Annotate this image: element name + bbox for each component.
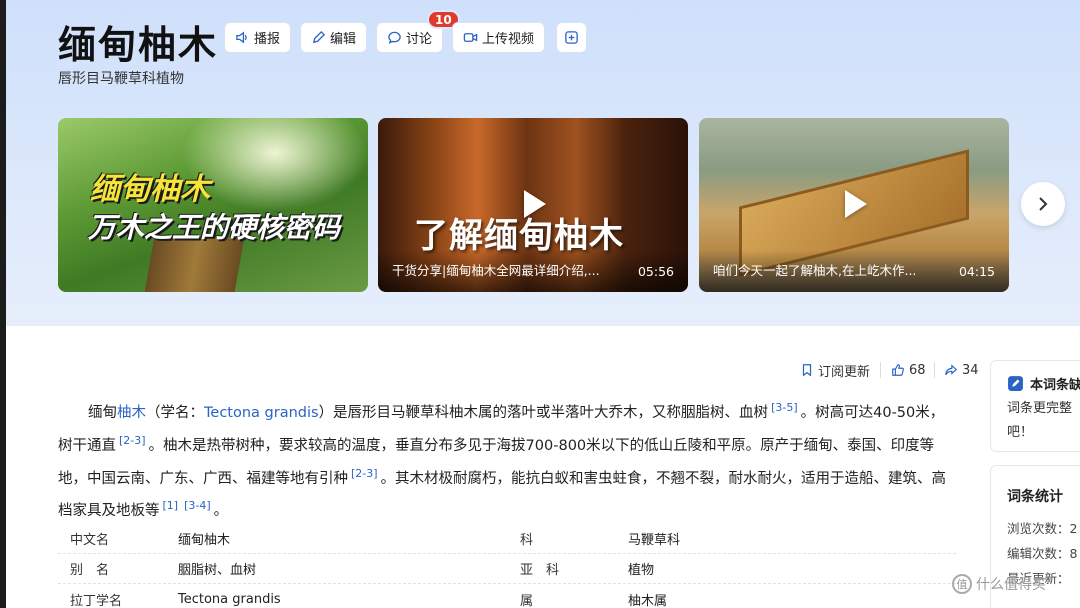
tree-trunk-graphic [141, 238, 245, 292]
improve-entry-label: 本词条缺 [1030, 378, 1080, 393]
video-3-caption-bar: 咱们今天一起了解柚木,在上屹木作... 04:15 [699, 250, 1009, 292]
intro-text-3: ）是唇形目马鞭草科柚木属的落叶或半落叶大乔木，又称胭脂树、血树 [318, 404, 769, 421]
page-title: 缅甸柚木 [58, 23, 219, 67]
improve-entry-title: 本词条缺 [1007, 374, 1080, 393]
video-1-overlay-title: 缅甸柚木 [90, 172, 210, 207]
edit-button[interactable]: 编辑 [300, 22, 368, 53]
share-button[interactable]: 34 [944, 360, 979, 380]
info-value: 植物 [628, 563, 655, 578]
divider [934, 362, 935, 378]
basic-info-table: 中文名 缅甸柚木 科 马鞭草科 别 名 胭脂树、血树 亚 科 植物 拉丁学名 T… [58, 524, 956, 608]
table-row: 中文名 缅甸柚木 科 马鞭草科 [58, 524, 956, 554]
entry-stats-title: 词条统计 [1007, 489, 1063, 505]
info-key: 属 [520, 593, 534, 608]
improve-entry-card[interactable]: 本词条缺 词条更完整 吧！ [990, 360, 1080, 452]
edit-count: 编辑次数：8 [1007, 546, 1078, 561]
subscribe-button[interactable]: 订阅更新 [800, 360, 870, 380]
like-count: 68 [909, 362, 926, 378]
thumbs-up-icon [892, 364, 904, 376]
broadcast-label: 播报 [254, 32, 281, 47]
info-key: 科 [520, 533, 534, 548]
watermark-text: 什么值得买 [976, 577, 1046, 593]
upload-video-button[interactable]: 上传视频 [452, 22, 546, 53]
intro-text-7: 。 [213, 503, 229, 520]
info-key: 别 名 [70, 563, 110, 578]
upload-video-label: 上传视频 [482, 32, 535, 47]
info-value: 缅甸柚木 [178, 533, 231, 548]
reference-link[interactable]: [2-3] [348, 467, 381, 480]
video-camera-icon [463, 33, 478, 42]
play-icon[interactable] [524, 190, 546, 218]
edit-square-icon [1008, 376, 1023, 391]
play-icon[interactable] [845, 190, 867, 218]
latin-name-link[interactable]: Tectona grandis [204, 405, 319, 421]
intro-paragraph: 缅甸柚木（学名：Tectona grandis）是唇形目马鞭草科柚木属的落叶或半… [58, 394, 948, 525]
reference-link[interactable]: [2-3] [116, 434, 149, 447]
teak-link[interactable]: 柚木 [117, 405, 146, 421]
subscribe-label: 订阅更新 [818, 364, 871, 380]
plus-square-icon [565, 31, 578, 44]
reference-link[interactable]: [3-5] [768, 401, 801, 414]
pencil-icon [312, 30, 326, 44]
reference-link[interactable]: [1] [160, 499, 182, 512]
page-subtitle: 唇形目马鞭草科植物 [58, 71, 184, 87]
video-card-3[interactable]: 咱们今天一起了解柚木,在上屹木作... 04:15 [699, 118, 1009, 292]
chevron-right-icon [1039, 197, 1048, 211]
video-1-overlay-subtitle: 万木之王的硬核密码 [88, 211, 341, 244]
improve-entry-line-2: 吧！ [1007, 425, 1034, 440]
watermark: 值 什么值得买 [952, 574, 1046, 594]
reference-link[interactable]: [3-4] [181, 499, 214, 512]
intro-text-1: 缅甸 [88, 404, 117, 421]
improve-entry-text: 词条更完整 吧！ [1007, 397, 1080, 445]
info-value: 柚木属 [628, 593, 668, 608]
hero-section: 缅甸柚木 唇形目马鞭草科植物 播报 编辑 讨论 10 上传视频 缅甸柚木 万木之… [0, 0, 1080, 326]
add-button[interactable] [556, 22, 587, 53]
info-value: 马鞭草科 [628, 533, 681, 548]
view-count: 浏览次数：2 [1007, 521, 1078, 536]
video-card-1[interactable]: 缅甸柚木 万木之王的硬核密码 [58, 118, 368, 292]
divider [880, 362, 881, 378]
intro-text-2: （学名： [146, 404, 204, 421]
watermark-logo-icon: 值 [952, 574, 972, 594]
like-button[interactable]: 68 [891, 360, 926, 380]
improve-entry-line-1: 词条更完整 [1007, 401, 1073, 416]
info-key: 中文名 [70, 533, 110, 548]
edit-label: 编辑 [330, 32, 357, 47]
table-row: 别 名 胭脂树、血树 亚 科 植物 [58, 554, 956, 584]
info-value: Tectona grandis [178, 591, 281, 607]
video-2-caption: 干货分享|缅甸柚木全网最详细介绍,... [392, 263, 600, 278]
broadcast-button[interactable]: 播报 [224, 22, 292, 53]
speaker-icon [236, 31, 247, 44]
info-value: 胭脂树、血树 [178, 563, 257, 578]
info-key: 亚 科 [520, 563, 560, 578]
left-edge-bar [0, 0, 6, 608]
video-3-caption: 咱们今天一起了解柚木,在上屹木作... [713, 263, 917, 278]
bookmark-icon [802, 364, 812, 377]
discuss-label: 讨论 [406, 32, 433, 47]
video-2-caption-bar: 干货分享|缅甸柚木全网最详细介绍,... 05:56 [378, 250, 688, 292]
video-3-duration: 04:15 [958, 264, 995, 279]
share-count: 34 [962, 362, 979, 378]
video-2-duration: 05:56 [637, 264, 674, 279]
chat-bubble-icon [388, 31, 401, 44]
video-card-2[interactable]: 了解缅甸柚木 干货分享|缅甸柚木全网最详细介绍,... 05:56 [378, 118, 688, 292]
table-row: 拉丁学名 Tectona grandis 属 柚木属 [58, 584, 956, 608]
info-key: 拉丁学名 [70, 593, 123, 608]
carousel-next-button[interactable] [1021, 182, 1065, 226]
share-icon [945, 364, 958, 376]
